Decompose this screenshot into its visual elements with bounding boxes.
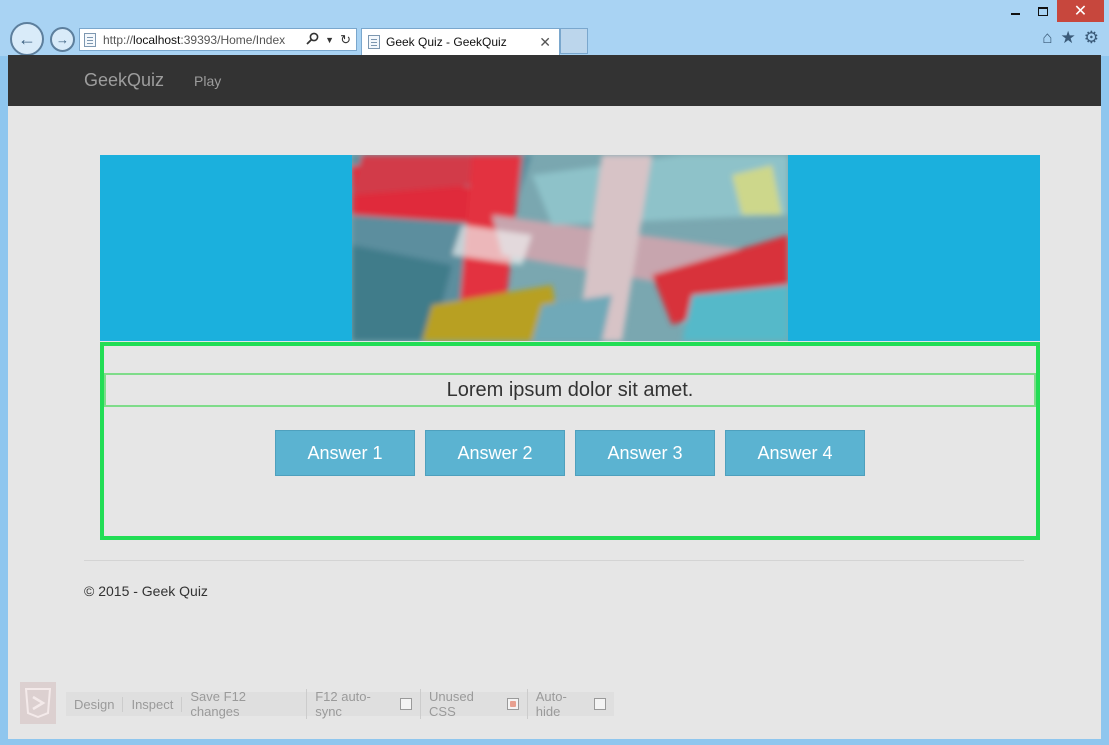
window-controls: ✕ [1001, 0, 1109, 22]
nav-link-play[interactable]: Play [194, 73, 221, 89]
brand-link[interactable]: GeekQuiz [84, 70, 164, 91]
address-url[interactable]: http://localhost:39393/Home/Index [103, 33, 285, 47]
url-host: localhost [133, 32, 181, 47]
close-tab-icon[interactable]: ✕ [539, 34, 551, 51]
maximize-icon [1038, 6, 1048, 16]
toolbar-unused-css[interactable]: Unused CSS [421, 689, 528, 719]
address-tools: ▼ ↻ [306, 32, 356, 48]
visual-studio-logo[interactable] [20, 682, 56, 724]
back-button[interactable]: ← [10, 22, 44, 56]
browser-link-toolbar: Design Inspect Save F12 changes F12 auto… [66, 689, 614, 719]
site-navbar: GeekQuiz Play [8, 55, 1101, 106]
answer-button-2[interactable]: Answer 2 [425, 430, 565, 476]
answer-options: Answer 1 Answer 2 Answer 3 Answer 4 [275, 430, 865, 476]
gear-icon[interactable]: ⚙ [1084, 28, 1099, 48]
answer-button-3[interactable]: Answer 3 [575, 430, 715, 476]
answer-button-1[interactable]: Answer 1 [275, 430, 415, 476]
toolbar-save-f12-changes[interactable]: Save F12 changes [182, 689, 308, 719]
tab-geek-quiz[interactable]: Geek Quiz - GeekQuiz ✕ [361, 28, 560, 55]
maximize-button[interactable] [1029, 0, 1057, 22]
dropdown-arrow-icon[interactable]: ▼ [325, 35, 334, 45]
answer-button-4[interactable]: Answer 4 [725, 430, 865, 476]
favorites-star-icon[interactable]: ★ [1061, 28, 1076, 48]
auto-hide-checkbox[interactable] [594, 698, 606, 710]
minimize-button[interactable] [1001, 0, 1029, 22]
toolbar-f12-auto-sync[interactable]: F12 auto-sync [307, 689, 422, 719]
toolbar-design[interactable]: Design [66, 696, 124, 712]
page-icon [368, 35, 380, 49]
footer-copyright: © 2015 - Geek Quiz [84, 583, 208, 599]
arrow-left-icon: ← [18, 28, 36, 49]
toolbar-inspect[interactable]: Inspect [123, 696, 183, 712]
close-window-button[interactable]: ✕ [1057, 0, 1104, 22]
home-icon[interactable]: ⌂ [1042, 28, 1052, 48]
unused-css-label: Unused CSS [429, 689, 474, 719]
tab-title: Geek Quiz - GeekQuiz [386, 35, 507, 49]
html5-shield-icon [25, 688, 51, 718]
url-prefix: http:// [103, 32, 134, 47]
footer-divider [84, 560, 1024, 561]
f12-auto-sync-checkbox[interactable] [400, 698, 413, 710]
f12-auto-sync-label: F12 auto-sync [315, 689, 371, 719]
hero-painting-image [352, 155, 788, 341]
question-title: Lorem ipsum dolor sit amet. [104, 373, 1036, 407]
arrow-right-icon: → [56, 32, 69, 47]
page-icon [84, 32, 96, 47]
address-bar[interactable]: http://localhost:39393/Home/Index ▼ ↻ [79, 28, 357, 51]
quiz-question-card: Lorem ipsum dolor sit amet. Answer 1 Ans… [100, 342, 1040, 540]
new-tab-button[interactable] [560, 28, 588, 54]
minimize-icon [1010, 13, 1020, 15]
search-icon[interactable] [306, 32, 319, 48]
refresh-icon[interactable]: ↻ [340, 32, 351, 48]
close-icon: ✕ [1073, 3, 1088, 20]
forward-button[interactable]: → [50, 27, 75, 52]
browser-tools: ⌂ ★ ⚙ [1042, 28, 1099, 48]
hero-banner [100, 155, 1040, 341]
toolbar-auto-hide[interactable]: Auto-hide [528, 689, 614, 719]
page-viewport: GeekQuiz Play Lorem ipsum dolor sit amet… [8, 55, 1101, 739]
auto-hide-label: Auto-hide [535, 689, 567, 719]
unused-css-checkbox[interactable] [506, 698, 519, 710]
url-rest: :39393/Home/Index [180, 32, 286, 47]
